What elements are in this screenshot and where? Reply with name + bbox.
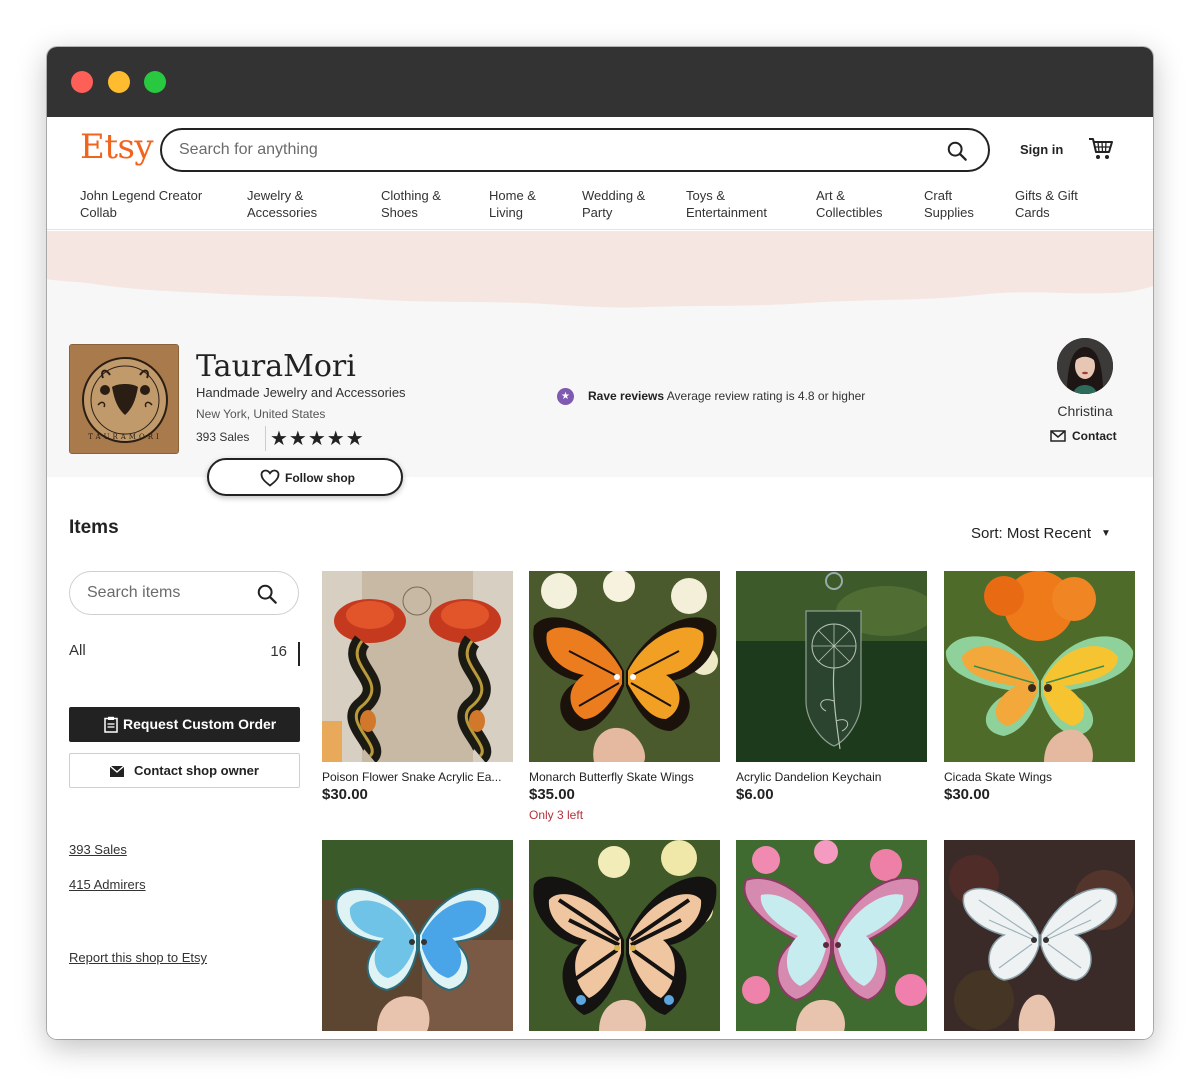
listing-title[interactable]: Acrylic Dandelion Keychain [736,770,927,784]
items-heading: Items [69,517,119,538]
poison-flower-earrings-image-icon [322,571,513,762]
listing-price: $6.00 [736,786,774,803]
contact-label: Contact [1072,429,1117,443]
listing-card[interactable] [529,840,720,1039]
low-stock-label: Only 3 left [529,808,584,822]
dandelion-keychain-image-icon [736,571,927,762]
follow-shop-button[interactable]: Follow shop [207,458,403,496]
request-custom-order-button[interactable]: Request Custom Order [69,707,300,742]
listing-image[interactable] [944,571,1135,762]
shop-location: New York, United States [196,407,326,421]
maximize-window-button[interactable] [144,71,166,93]
listing-image[interactable] [322,840,513,1031]
contact-shop-owner-label: Contact shop owner [134,763,259,778]
category-link[interactable]: Home & Living [489,187,536,221]
star-rating: ★★★★★ [265,426,365,451]
listing-card[interactable] [944,840,1135,1039]
rave-reviews-text: Average review rating is 4.8 or higher [666,389,866,403]
request-custom-order-label: Request Custom Order [123,716,277,732]
mail-icon [109,765,125,777]
shop-info-section: TAURAMORI TauraMori Handmade Jewelry and… [47,321,1153,477]
category-link[interactable]: Gifts & Gift Cards [1015,187,1078,221]
sales-link[interactable]: 393 Sales [69,842,127,857]
shop-sales-count: 393 Sales [196,430,250,444]
section-filter-all[interactable]: All 16 [69,642,300,666]
listing-image[interactable] [529,840,720,1031]
etsy-logo[interactable]: Etsy [80,127,154,167]
search-items-input[interactable]: Search items [69,571,299,615]
heart-icon [260,469,280,487]
listing-image[interactable] [736,840,927,1031]
shop-name: TauraMori [196,349,356,384]
site-search-input[interactable]: Search for anything [160,128,990,172]
selected-indicator [298,642,300,666]
owner-name[interactable]: Christina [1057,403,1113,419]
search-placeholder: Search for anything [179,141,318,158]
swallowtail-wings-image-icon [529,840,720,1031]
blue-butterfly-wings-image-icon [322,840,513,1031]
monarch-butterfly-image-icon [529,571,720,762]
section-all-label: All [69,642,86,659]
category-link[interactable]: Toys & Entertainment [686,187,767,221]
listing-card[interactable] [322,840,513,1039]
listing-card[interactable] [736,840,927,1039]
cicada-skate-wings-image-icon [944,571,1135,762]
caret-down-icon: ▼ [1101,528,1111,539]
listing-image[interactable] [322,571,513,762]
minimize-window-button[interactable] [108,71,130,93]
contact-owner-link[interactable]: Contact [1050,429,1117,443]
browser-window: Etsy Search for anything Sign in John Le [47,47,1153,1039]
search-icon[interactable] [946,140,968,162]
listing-card[interactable]: Cicada Skate Wings $30.00 [944,571,1135,803]
shop-logo[interactable]: TAURAMORI [69,344,179,454]
listing-title[interactable]: Poison Flower Snake Acrylic Ea... [322,770,513,784]
site-header: Etsy Search for anything Sign in John Le [47,117,1153,230]
section-all-count: 16 [270,643,287,660]
listing-card[interactable]: Poison Flower Snake Acrylic Ea... $30.00 [322,571,513,803]
listing-title[interactable]: Monarch Butterfly Skate Wings [529,770,720,784]
report-shop-link[interactable]: Report this shop to Etsy [69,950,207,965]
rave-reviews-icon: ★ [557,388,574,405]
window-titlebar [47,47,1153,117]
category-link[interactable]: John Legend Creator Collab [80,187,202,221]
mail-icon [1050,430,1066,442]
listing-price: $30.00 [322,786,368,803]
category-link[interactable]: Craft Supplies [924,187,974,221]
owner-avatar[interactable] [1057,338,1113,394]
white-butterfly-wings-image-icon [944,840,1135,1031]
category-nav: John Legend Creator Collab Jewelry & Acc… [80,187,1140,223]
listing-card[interactable]: Acrylic Dandelion Keychain $6.00 [736,571,927,803]
listing-image[interactable] [736,571,927,762]
cart-icon[interactable] [1088,136,1114,162]
category-link[interactable]: Jewelry & Accessories [247,187,317,221]
sort-dropdown[interactable]: Sort: Most Recent ▼ [971,525,1111,542]
logo-letters: TAURAMORI [88,433,162,441]
listing-price: $35.00 [529,786,575,803]
follow-shop-label: Follow shop [285,471,355,485]
search-icon[interactable] [256,583,278,605]
search-items-placeholder: Search items [87,584,181,601]
close-window-button[interactable] [71,71,93,93]
shop-tagline: Handmade Jewelry and Accessories [196,385,406,400]
category-link[interactable]: Art & Collectibles [816,187,882,221]
listing-image[interactable] [944,840,1135,1031]
clipboard-icon [104,716,118,733]
owner-photo-icon [1057,338,1113,394]
listing-image[interactable] [529,571,720,762]
listing-card[interactable]: Monarch Butterfly Skate Wings $35.00 Onl… [529,571,720,822]
category-link[interactable]: Wedding & Party [582,187,645,221]
sort-label: Sort: Most Recent [971,525,1092,542]
rave-reviews-label: Rave reviews [588,389,665,403]
listing-price: $30.00 [944,786,990,803]
pink-fairy-wings-image-icon [736,840,927,1031]
shop-logo-emblem-icon: TAURAMORI [70,345,178,453]
rave-reviews-badge: Rave reviews Average review rating is 4.… [588,389,865,403]
page-content: Etsy Search for anything Sign in John Le [47,117,1153,1039]
sign-in-link[interactable]: Sign in [1020,142,1063,157]
listing-title[interactable]: Cicada Skate Wings [944,770,1135,784]
contact-shop-owner-button[interactable]: Contact shop owner [69,753,300,788]
category-link[interactable]: Clothing & Shoes [381,187,441,221]
shop-banner [47,231,1153,321]
admirers-link[interactable]: 415 Admirers [69,877,146,892]
